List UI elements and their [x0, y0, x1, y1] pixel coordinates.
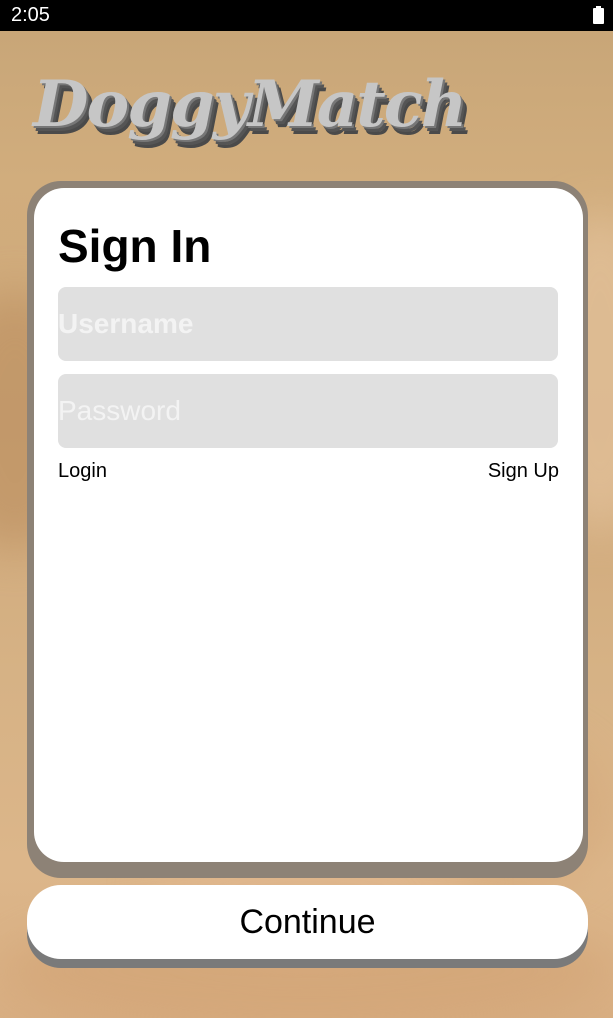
app-logo: DoggyMatch: [33, 67, 467, 142]
page-title: Sign In: [58, 220, 212, 272]
continue-button[interactable]: Continue: [27, 885, 588, 959]
status-bar: 2:05: [0, 0, 613, 31]
sign-in-card: Sign In Login Sign Up: [34, 188, 583, 862]
password-input[interactable]: [58, 374, 558, 448]
battery-icon: [593, 6, 604, 24]
status-time: 2:05: [11, 4, 50, 26]
username-input[interactable]: [58, 287, 558, 361]
login-tab[interactable]: Login: [58, 458, 107, 484]
sign-up-tab[interactable]: Sign Up: [488, 458, 559, 484]
